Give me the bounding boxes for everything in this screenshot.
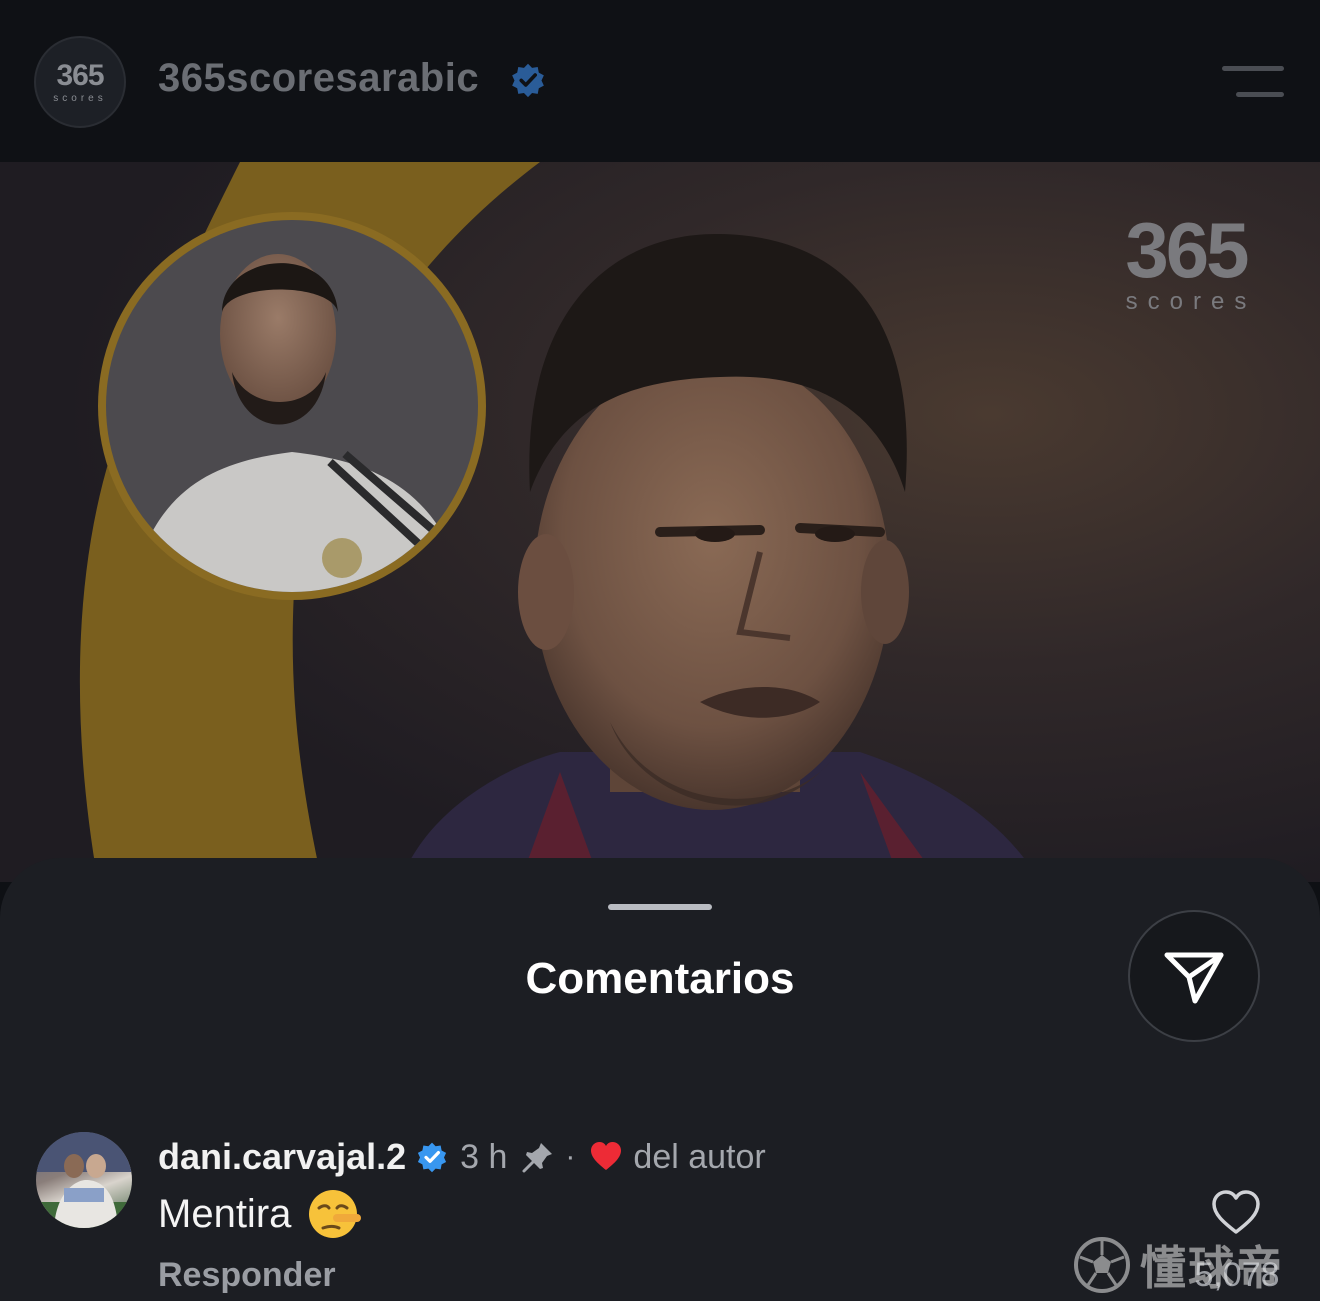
account-username[interactable]: 365scoresarabic — [158, 56, 479, 101]
pin-icon — [522, 1143, 553, 1173]
comment-timestamp: 3 h — [460, 1137, 508, 1176]
hamburger-menu-icon[interactable] — [1222, 62, 1286, 102]
send-icon — [1164, 952, 1224, 1004]
comment-meta: dani.carvajal.2 3 h · del autor — [158, 1134, 766, 1180]
site-watermark-text: 懂球帝 — [1140, 1242, 1284, 1294]
post-header: 365 scores 365scoresarabic — [0, 0, 1320, 162]
instagram-post-screen: 365 scores 365scoresarabic 365 scores Co… — [0, 0, 1320, 1301]
meta-separator: · — [565, 1140, 576, 1173]
heart-outline-icon[interactable] — [1210, 1188, 1262, 1236]
brand-watermark: 365 scores — [1094, 210, 1278, 316]
comment-item: dani.carvajal.2 3 h · del autor Mentira — [0, 1128, 1320, 1301]
avatar-logo-word: scores — [53, 92, 107, 104]
liked-by-author-label: del autor — [633, 1137, 766, 1176]
heart-red-icon — [591, 1142, 622, 1170]
share-button[interactable] — [1128, 910, 1260, 1042]
sheet-drag-handle[interactable] — [608, 904, 712, 910]
reply-button[interactable]: Responder — [158, 1256, 336, 1295]
lying-face-emoji — [309, 1190, 362, 1238]
post-image[interactable]: 365 scores — [0, 162, 1320, 882]
site-watermark: 懂球帝 — [1072, 1230, 1308, 1300]
account-avatar[interactable]: 365 scores — [34, 36, 126, 128]
comments-title: Comentarios — [525, 954, 795, 1003]
commenter-avatar[interactable] — [36, 1132, 132, 1228]
commenter-username[interactable]: dani.carvajal.2 — [158, 1136, 406, 1178]
comments-sheet: Comentarios dani.carvajal.2 3 h · del au… — [0, 858, 1320, 1301]
watermark-number: 365 — [1125, 206, 1249, 294]
verified-badge-icon — [512, 63, 544, 98]
comment-text: Mentira — [158, 1191, 292, 1236]
soccer-ball-icon — [1074, 1237, 1130, 1293]
avatar-logo-number: 365 — [56, 58, 104, 92]
comment-body: Mentira — [158, 1188, 363, 1240]
verified-badge-icon — [418, 1142, 447, 1173]
watermark-word: scores — [1125, 288, 1257, 315]
